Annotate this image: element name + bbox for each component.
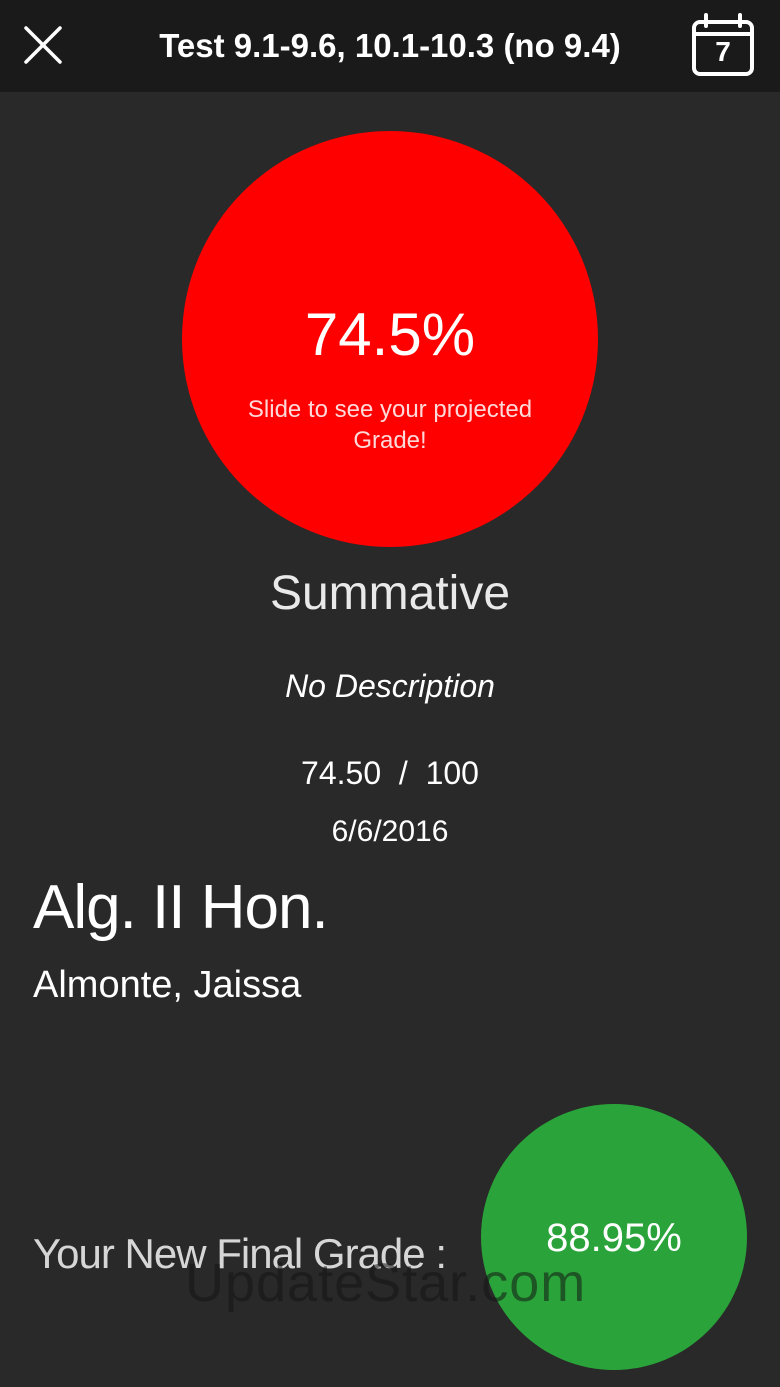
assignment-date: 6/6/2016 xyxy=(331,815,449,848)
student-name: Almonte, Jaissa xyxy=(33,964,302,1006)
grade-percent: 74.5% xyxy=(304,301,476,368)
calendar-button[interactable]: 7 xyxy=(690,12,756,78)
calendar-day: 7 xyxy=(715,36,731,67)
watermark: UpdateStar.com xyxy=(185,1253,587,1313)
assignment-score: 74.50 / 100 xyxy=(301,755,479,791)
page-title: Test 9.1-9.6, 10.1-10.3 (no 9.4) xyxy=(159,27,621,64)
top-bar: Test 9.1-9.6, 10.1-10.3 (no 9.4) 7 xyxy=(0,0,780,92)
slide-hint: Slide to see your projected Grade! xyxy=(247,396,533,454)
course-name: Alg. II Hon. xyxy=(33,873,329,942)
close-button[interactable] xyxy=(20,22,66,68)
assignment-description: No Description xyxy=(285,668,495,704)
close-icon xyxy=(24,26,62,64)
assignment-category: Summative xyxy=(269,567,511,620)
